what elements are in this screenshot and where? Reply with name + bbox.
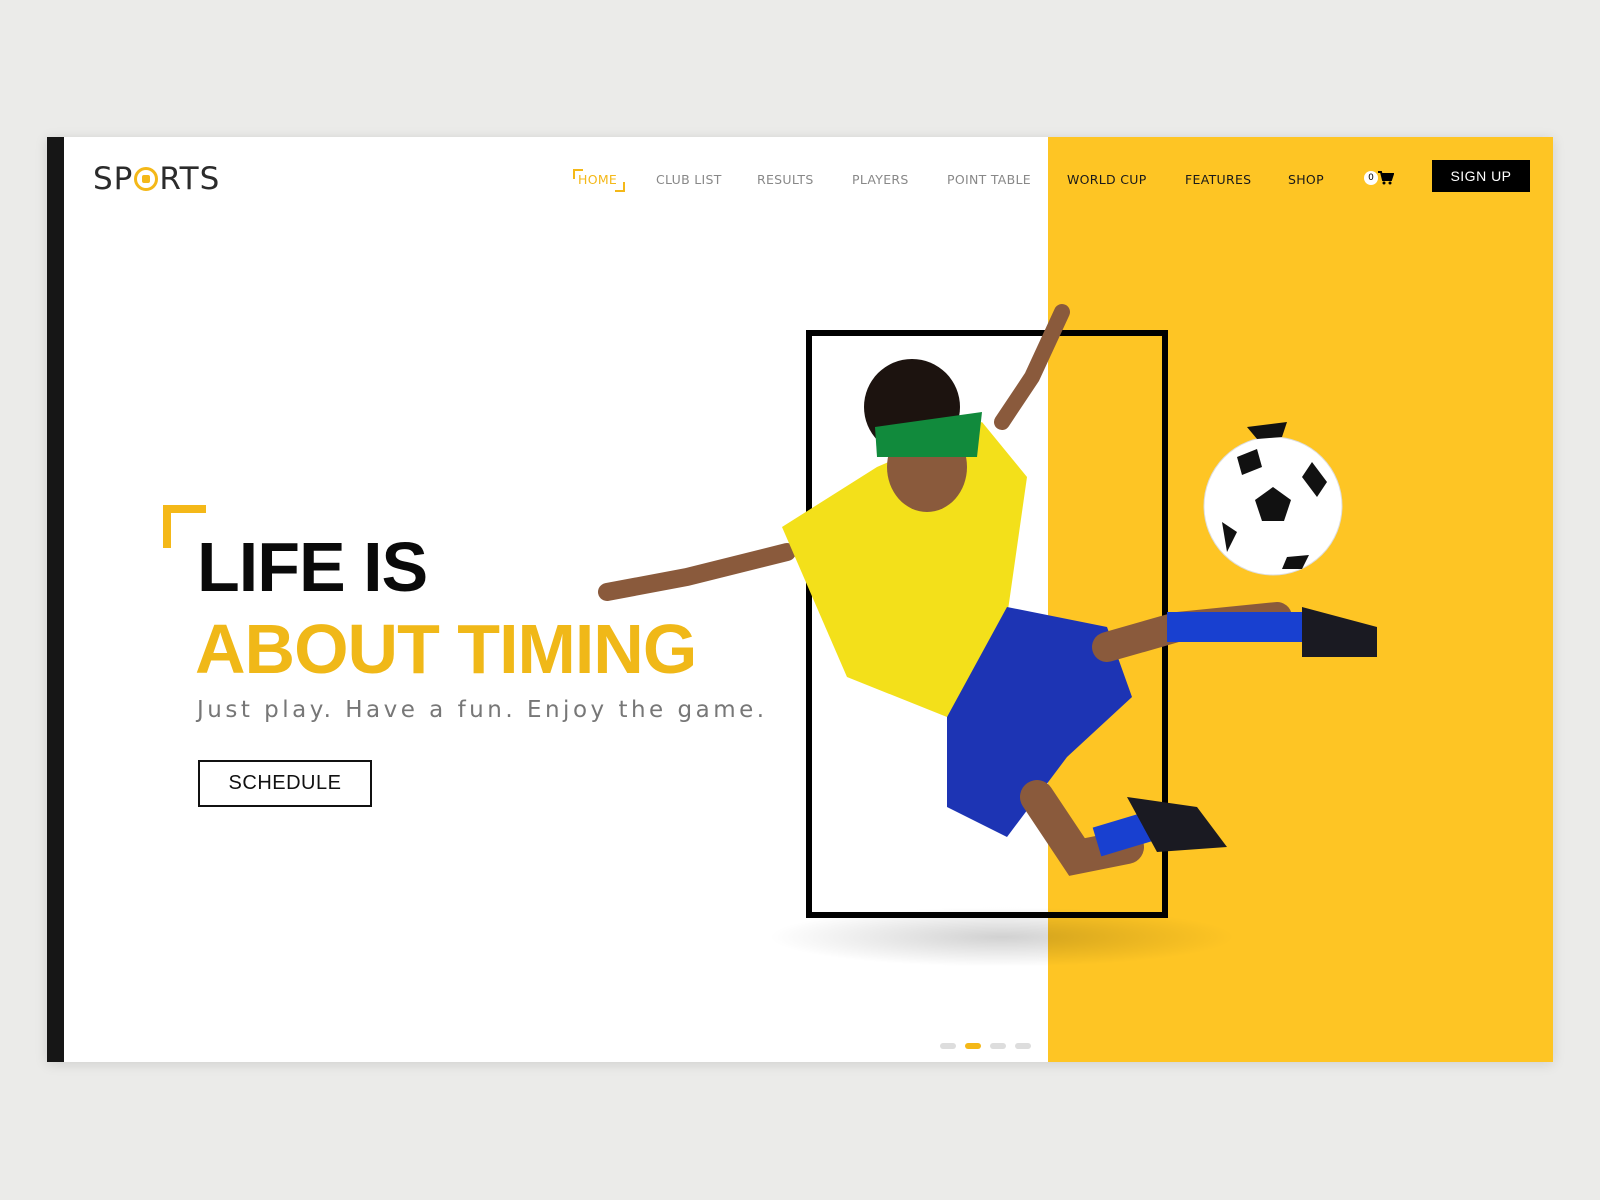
slider-dot-1[interactable] xyxy=(940,1043,956,1049)
soccer-ball xyxy=(1203,422,1343,576)
landing-page: SP RTS HOME CLUB LIST RESULTS PLAYERS POI… xyxy=(47,137,1553,1062)
slider-dot-4[interactable] xyxy=(1015,1043,1031,1049)
slider-dot-3[interactable] xyxy=(990,1043,1006,1049)
slider-pagination xyxy=(940,1043,1031,1049)
soccer-player-illustration xyxy=(598,304,1377,876)
slider-dot-2-active[interactable] xyxy=(965,1043,981,1049)
